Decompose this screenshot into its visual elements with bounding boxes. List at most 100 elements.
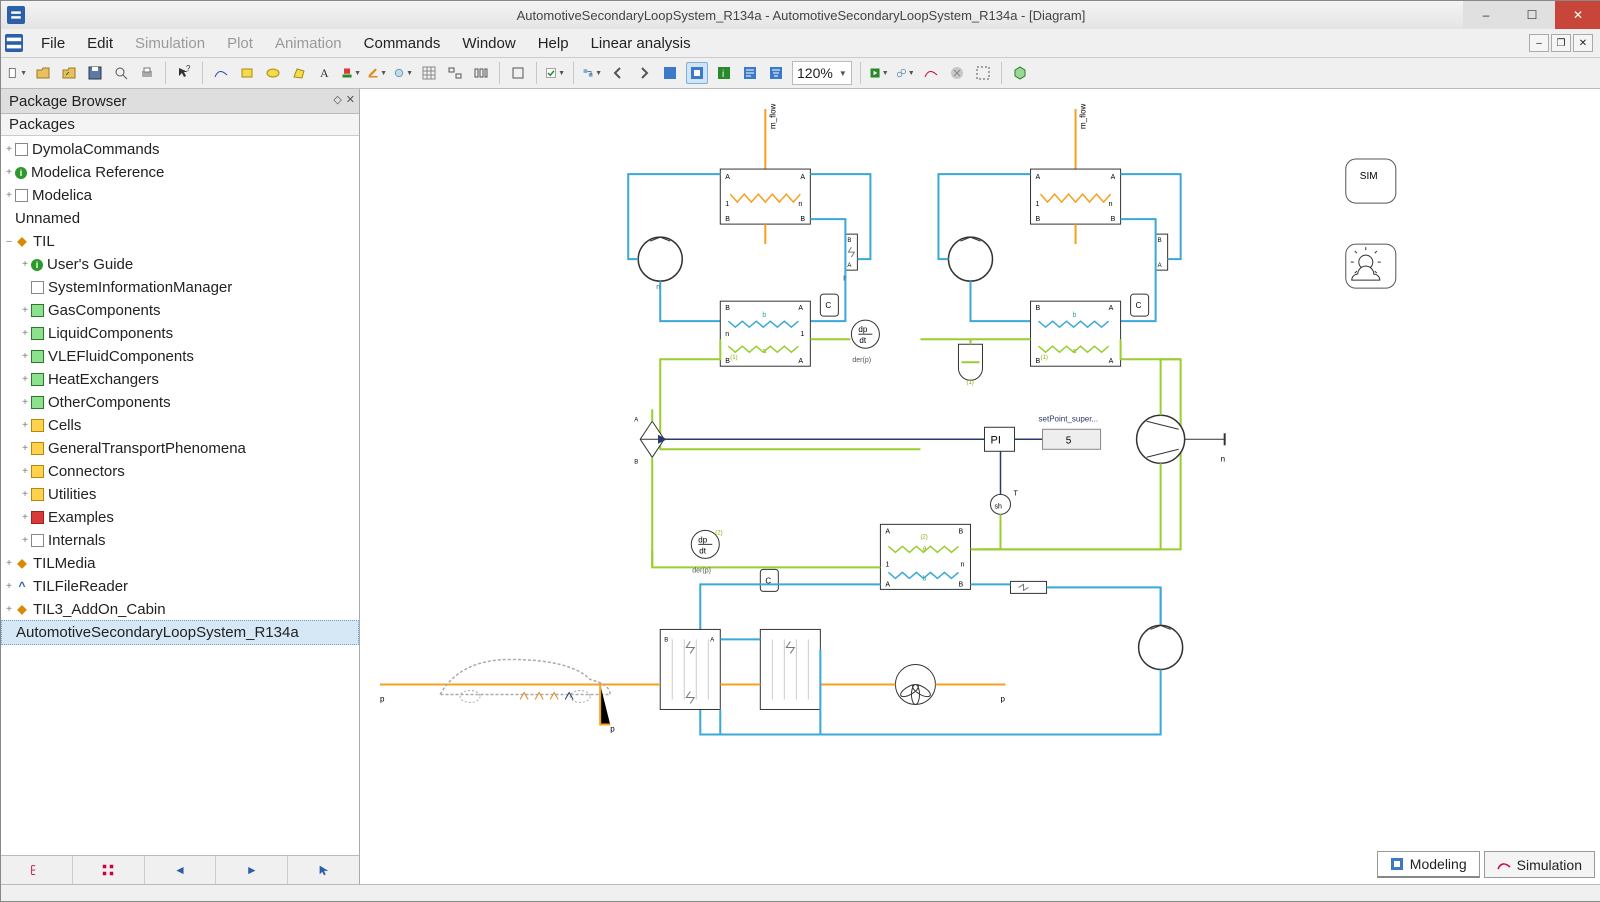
app-icon-small[interactable]: [5, 34, 23, 52]
3d-view[interactable]: [1010, 63, 1030, 83]
cabin-icon: [440, 659, 610, 702]
mdi-restore[interactable]: ❐: [1551, 34, 1571, 52]
tree-item[interactable]: +DymolaCommands: [1, 138, 359, 161]
menu-help[interactable]: Help: [528, 33, 579, 54]
svg-text:dt: dt: [859, 336, 866, 345]
svg-text:n: n: [1109, 201, 1113, 208]
panel-close-icon[interactable]: ✕: [346, 93, 355, 106]
align-button[interactable]: [445, 63, 465, 83]
line-color-button[interactable]: ▼: [367, 63, 387, 83]
tree-item[interactable]: +^TILFileReader: [1, 575, 359, 598]
mdi-minimize[interactable]: –: [1529, 34, 1549, 52]
select-area[interactable]: [973, 63, 993, 83]
connector-tool[interactable]: [508, 63, 528, 83]
package-tree[interactable]: +DymolaCommands+iModelica Reference+Mode…: [1, 136, 359, 855]
tree-item[interactable]: +Connectors: [1, 460, 359, 483]
zoom-value: 120%: [797, 65, 833, 81]
check-button[interactable]: ▼: [545, 63, 565, 83]
svg-text:T: T: [1014, 490, 1019, 497]
tree-item[interactable]: +Internals: [1, 529, 359, 552]
save-button[interactable]: [85, 63, 105, 83]
svg-text:1: 1: [800, 331, 804, 338]
browser-tree-icon[interactable]: [1, 856, 73, 884]
mdi-close[interactable]: ✕: [1573, 34, 1593, 52]
zoom-level[interactable]: 120%▼: [792, 61, 852, 85]
panel-float-icon[interactable]: ◇: [333, 93, 341, 106]
text-tool[interactable]: A: [315, 63, 335, 83]
whats-this-button[interactable]: ?: [174, 63, 194, 83]
tree-item[interactable]: –◆TIL: [1, 230, 359, 253]
stop-button[interactable]: [947, 63, 967, 83]
tree-item[interactable]: +iUser's Guide: [1, 253, 359, 276]
tab-modeling[interactable]: Modeling: [1377, 851, 1480, 878]
rect-tool[interactable]: [237, 63, 257, 83]
svg-text:B: B: [1036, 216, 1041, 223]
tree-item-label: Unnamed: [15, 207, 80, 230]
tree-item[interactable]: +OtherComponents: [1, 391, 359, 414]
distribute-button[interactable]: [471, 63, 491, 83]
menu-linear-analysis[interactable]: Linear analysis: [581, 33, 701, 54]
tree-item[interactable]: Unnamed: [1, 207, 359, 230]
line-tool[interactable]: [211, 63, 231, 83]
view-icon[interactable]: [660, 63, 680, 83]
tree-item[interactable]: +LiquidComponents: [1, 322, 359, 345]
component-browse[interactable]: ▼: [582, 63, 602, 83]
menu-simulation[interactable]: Simulation: [125, 33, 215, 54]
menu-animation[interactable]: Animation: [265, 33, 352, 54]
simulate-button[interactable]: ▼: [869, 63, 889, 83]
tree-item[interactable]: +GasComponents: [1, 299, 359, 322]
tree-item[interactable]: +HeatExchangers: [1, 368, 359, 391]
svg-text:(1): (1): [966, 380, 973, 386]
menu-edit[interactable]: Edit: [77, 33, 123, 54]
view-text[interactable]: [740, 63, 760, 83]
maximize-button[interactable]: ☐: [1509, 1, 1555, 29]
animate-button[interactable]: ▼: [895, 63, 915, 83]
ellipse-tool[interactable]: [263, 63, 283, 83]
new-button[interactable]: ▼: [7, 63, 27, 83]
minimize-button[interactable]: –: [1463, 1, 1509, 29]
open-button[interactable]: [33, 63, 53, 83]
svg-text:i: i: [722, 69, 724, 80]
menu-commands[interactable]: Commands: [354, 33, 451, 54]
svg-text:der(p): der(p): [852, 357, 871, 364]
zoom-button[interactable]: [111, 63, 131, 83]
view-uses[interactable]: [766, 63, 786, 83]
browser-grid-icon[interactable]: [73, 856, 145, 884]
tree-item[interactable]: +Utilities: [1, 483, 359, 506]
print-button[interactable]: [137, 63, 157, 83]
panel-title-label: Package Browser: [9, 93, 127, 110]
svg-text:A: A: [634, 417, 638, 423]
diagram-canvas[interactable]: m_flow A A B B 1 n n: [360, 89, 1600, 884]
view-info[interactable]: i: [714, 63, 734, 83]
menu-plot[interactable]: Plot: [217, 33, 263, 54]
fill-color-button[interactable]: ▼: [341, 63, 361, 83]
tree-item[interactable]: +◆TILMedia: [1, 552, 359, 575]
toolbar: ▼ ? A ▼ ▼ ▼ ▼ ▼ i 120%▼ ▼ ▼: [1, 58, 1600, 89]
tree-item[interactable]: +GeneralTransportPhenomena: [1, 437, 359, 460]
view-diagram[interactable]: [686, 62, 708, 84]
pattern-button[interactable]: ▼: [393, 63, 413, 83]
svg-text:A: A: [847, 263, 851, 269]
menu-window[interactable]: Window: [452, 33, 525, 54]
polygon-tool[interactable]: [289, 63, 309, 83]
tree-item[interactable]: +iModelica Reference: [1, 161, 359, 184]
browser-fwd[interactable]: ►: [216, 856, 288, 884]
tree-item[interactable]: AutomotiveSecondaryLoopSystem_R134a: [1, 620, 359, 645]
plot-button[interactable]: [921, 63, 941, 83]
open-recent-button[interactable]: [59, 63, 79, 83]
tree-item[interactable]: SystemInformationManager: [1, 276, 359, 299]
close-button[interactable]: ✕: [1555, 1, 1600, 29]
browser-cursor[interactable]: [288, 856, 359, 884]
tree-item[interactable]: +Modelica: [1, 184, 359, 207]
menu-file[interactable]: File: [31, 33, 75, 54]
nav-back[interactable]: [608, 63, 628, 83]
browser-back[interactable]: ◄: [145, 856, 217, 884]
tree-item[interactable]: +VLEFluidComponents: [1, 345, 359, 368]
tree-item[interactable]: +Cells: [1, 414, 359, 437]
tab-simulation[interactable]: Simulation: [1484, 851, 1595, 878]
tree-item[interactable]: +◆TIL3_AddOn_Cabin: [1, 598, 359, 621]
tree-item[interactable]: +Examples: [1, 506, 359, 529]
nav-fwd[interactable]: [634, 63, 654, 83]
window-buttons: – ☐ ✕: [1463, 1, 1600, 29]
grid-button[interactable]: [419, 63, 439, 83]
